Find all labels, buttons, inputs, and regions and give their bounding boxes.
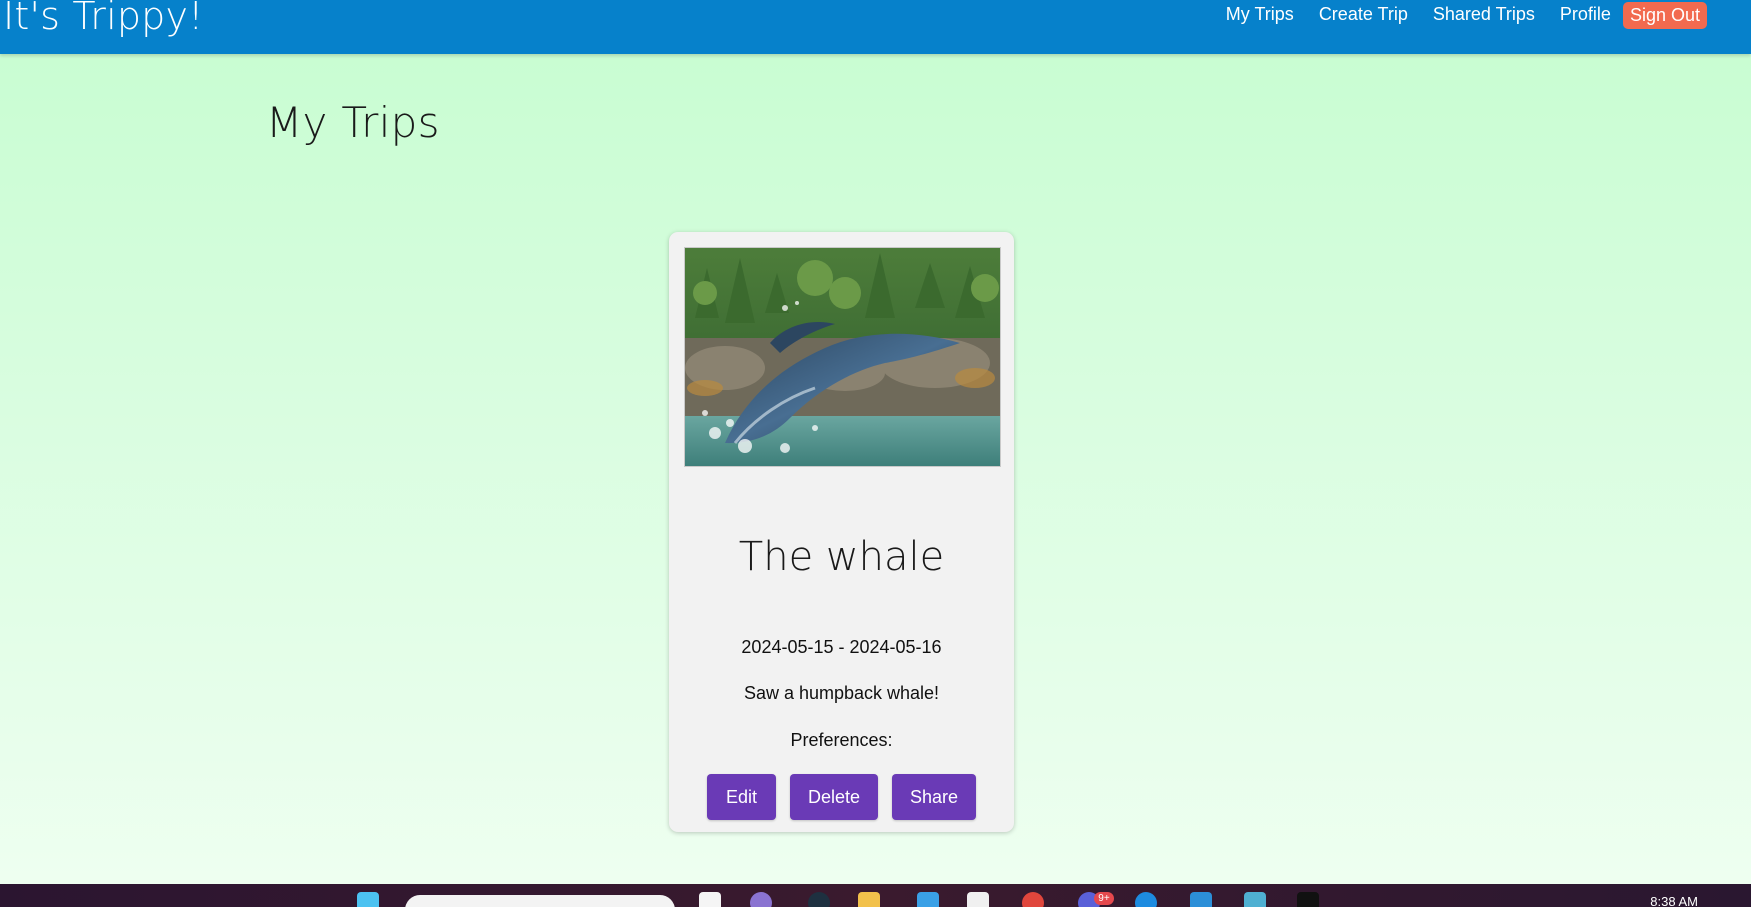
nav-my-trips[interactable]: My Trips [1226,4,1294,25]
trip-title: The whale [738,534,945,580]
edge-icon[interactable] [1135,892,1157,907]
app-icon[interactable] [808,892,830,907]
file-explorer-icon[interactable] [858,892,880,907]
page-title: My Trips [266,98,440,147]
terminal-icon[interactable] [1297,892,1319,907]
trip-description: Saw a humpback whale! [743,683,940,703]
calendar-icon[interactable] [967,892,989,907]
vscode-icon[interactable] [1190,892,1212,907]
delete-button[interactable]: Delete [790,774,878,820]
trip-dates: 2024-05-15 - 2024-05-16 [741,637,942,657]
nav-shared-trips[interactable]: Shared Trips [1433,4,1535,25]
trip-preferences-label: Preferences: [790,730,893,750]
nav-profile[interactable]: Profile [1560,4,1611,25]
trip-card: The whale 2024-05-15 - 2024-05-16 Saw a … [669,232,1014,832]
nav-links: My Trips Create Trip Shared Trips Profil… [1201,0,1707,29]
edit-button[interactable]: Edit [707,774,776,820]
store-icon[interactable] [917,892,939,907]
whale-photo-illustration [685,248,1000,466]
brand-logo[interactable]: It's Trippy! [3,0,204,38]
top-navbar: It's Trippy! My Trips Create Trip Shared… [0,0,1751,54]
notification-badge: 9+ [1094,892,1114,905]
task-view-icon[interactable] [699,892,721,907]
browser-icon[interactable] [1022,892,1044,907]
taskbar-search-input[interactable] [405,895,675,907]
trip-actions: Edit Delete Share [669,774,1014,820]
trip-photo [684,247,1001,467]
chat-app-icon[interactable] [750,892,772,907]
taskbar-clock: 8:38 AM [1650,894,1698,907]
start-menu-icon[interactable] [357,892,379,907]
sign-out-button[interactable]: Sign Out [1622,1,1707,29]
os-taskbar: 9+ 8:38 AM [0,884,1751,907]
share-button[interactable]: Share [892,774,976,820]
notes-icon[interactable] [1244,892,1266,907]
nav-create-trip[interactable]: Create Trip [1319,4,1408,25]
